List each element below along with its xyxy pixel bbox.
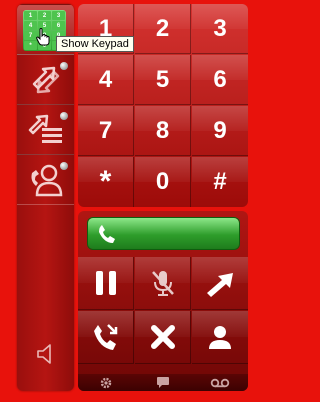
hold-button[interactable] (78, 257, 134, 310)
key-2[interactable]: 2 (135, 4, 191, 54)
key-9[interactable]: 9 (192, 106, 248, 156)
key-7[interactable]: 7 (78, 106, 134, 156)
speaker-icon (36, 343, 51, 364)
sidebar: 123 456 789 *0# (17, 4, 74, 391)
status-dot (60, 62, 68, 70)
hangup-button[interactable] (78, 311, 134, 364)
mute-mic-icon (151, 271, 174, 296)
show-keypad-tooltip: Show Keypad (56, 36, 134, 52)
key-6[interactable]: 6 (192, 55, 248, 105)
status-dot (60, 162, 68, 170)
key-3[interactable]: 3 (192, 4, 248, 54)
status-dot (60, 112, 68, 120)
contact-lookup-button[interactable] (192, 311, 248, 364)
person-icon (209, 326, 231, 349)
hangup-icon (93, 324, 117, 350)
cursor-hand-icon (36, 28, 50, 46)
mute-button[interactable] (135, 257, 191, 310)
contact-button[interactable] (17, 154, 74, 205)
key-8[interactable]: 8 (135, 106, 191, 156)
contact-phone-icon (31, 164, 62, 196)
volume-button[interactable] (17, 329, 74, 378)
transfer-call-button[interactable] (192, 257, 248, 310)
call-button[interactable] (88, 218, 239, 249)
phone-icon (99, 224, 115, 243)
call-controls (78, 211, 248, 391)
key-4[interactable]: 4 (78, 55, 134, 105)
voicemail-button[interactable] (191, 374, 248, 391)
key-star[interactable]: * (78, 157, 134, 207)
settings-button[interactable] (78, 374, 135, 391)
key-5[interactable]: 5 (135, 55, 191, 105)
cancel-button[interactable] (135, 311, 191, 364)
pause-icon (95, 271, 116, 295)
forward-arrow-icon (207, 273, 233, 297)
voicemail-icon (210, 378, 229, 387)
call-forward-button[interactable] (17, 104, 74, 155)
key-0[interactable]: 0 (135, 157, 191, 207)
key-hash[interactable]: # (192, 157, 248, 207)
close-icon (150, 325, 175, 349)
dial-keypad: 1 2 3 4 5 6 7 8 9 * 0 # (78, 4, 248, 207)
transfer-button[interactable] (17, 54, 74, 105)
gear-icon (101, 377, 112, 388)
bottom-toolbar (78, 374, 248, 391)
chat-bubble-icon (157, 377, 169, 388)
chat-button[interactable] (135, 374, 192, 391)
transfer-arrows-icon (32, 66, 59, 93)
